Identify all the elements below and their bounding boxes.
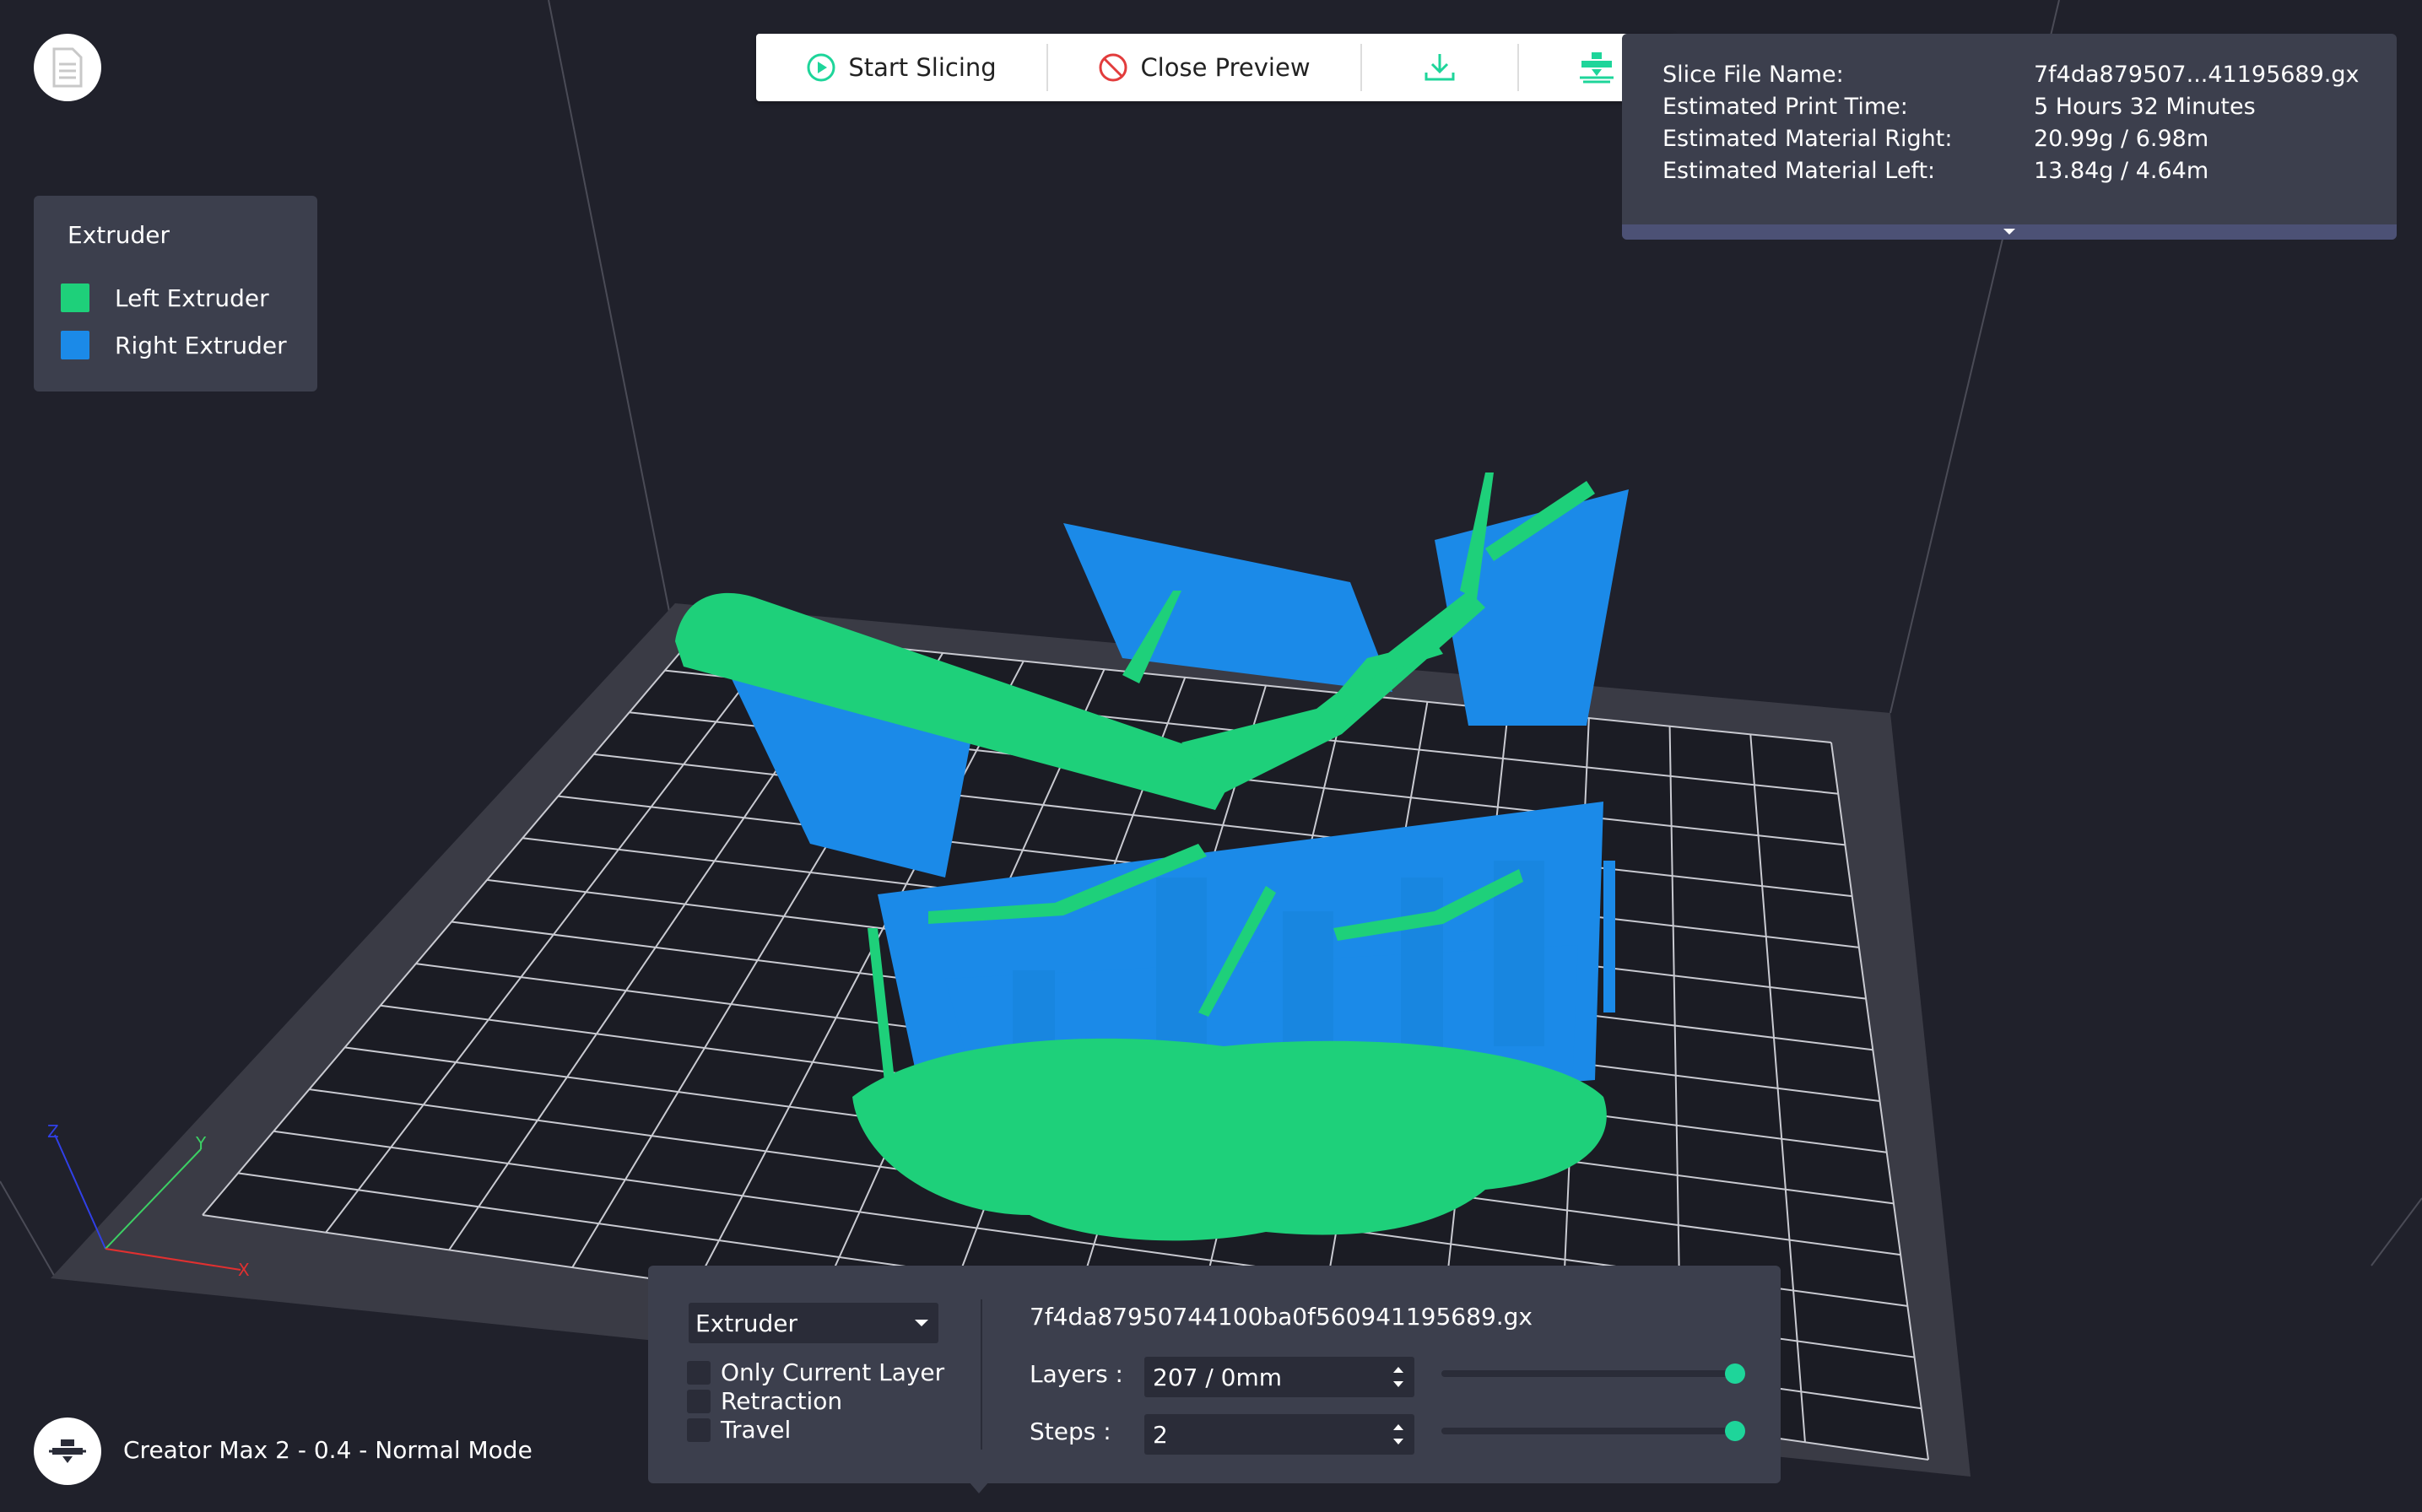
close-preview-button[interactable]: Close Preview — [1048, 34, 1360, 101]
machine-profile-label: Creator Max 2 - 0.4 - Normal Mode — [123, 1436, 533, 1464]
axis-x-label: X — [238, 1260, 250, 1280]
info-key: Slice File Name: — [1662, 62, 1844, 88]
close-preview-label: Close Preview — [1140, 53, 1311, 82]
retraction-option[interactable]: Retraction — [687, 1387, 842, 1415]
layers-slider-handle[interactable] — [1725, 1364, 1745, 1384]
steps-slider[interactable] — [1441, 1421, 1745, 1441]
legend-title: Extruder — [68, 221, 170, 249]
caret-down-icon — [915, 1320, 928, 1326]
layers-slider[interactable] — [1441, 1364, 1745, 1384]
legend-label: Right Extruder — [115, 331, 287, 359]
export-button[interactable] — [1362, 34, 1517, 101]
preview-toolbar: Start Slicing Close Preview — [756, 34, 1674, 101]
nozzle-icon — [49, 1439, 86, 1463]
printer-icon — [1580, 52, 1614, 84]
preview-control-panel: Extruder Only Current Layer Retraction T… — [648, 1266, 1781, 1483]
steps-value: 2 — [1153, 1420, 1168, 1449]
option-label: Only Current Layer — [721, 1358, 945, 1386]
chevron-down-icon — [2003, 229, 2015, 235]
legend-swatch — [61, 284, 89, 312]
download-icon — [1425, 54, 1455, 81]
retraction-checkbox[interactable] — [687, 1389, 711, 1413]
view-mode-select[interactable]: Extruder — [689, 1303, 938, 1343]
option-label: Retraction — [721, 1387, 843, 1415]
play-circle-icon — [807, 53, 835, 82]
panel-divider — [981, 1299, 982, 1450]
info-value: 7f4da879507...41195689.gx — [2034, 62, 2360, 88]
view-mode-value: Extruder — [695, 1309, 798, 1337]
travel-option[interactable]: Travel — [687, 1416, 791, 1444]
info-row-material-left: Estimated Material Left: 13.84g / 4.64m — [1662, 155, 2388, 187]
document-icon — [52, 47, 83, 88]
travel-checkbox[interactable] — [687, 1418, 711, 1442]
collapse-info-button[interactable] — [1622, 224, 2397, 240]
info-value: 20.99g / 6.98m — [2034, 126, 2209, 152]
info-row-material-right: Estimated Material Right: 20.99g / 6.98m — [1662, 123, 2388, 155]
legend-label: Left Extruder — [115, 284, 269, 312]
panel-pointer — [969, 1482, 989, 1493]
prohibited-icon — [1099, 53, 1127, 82]
only-current-layer-option[interactable]: Only Current Layer — [687, 1358, 944, 1386]
layers-spinbox[interactable]: 207 / 0mm — [1144, 1357, 1414, 1397]
axis-z-label: Z — [47, 1121, 59, 1142]
slice-info-panel: Slice File Name: 7f4da879507...41195689.… — [1622, 34, 2397, 240]
steps-label: Steps : — [1030, 1418, 1111, 1445]
spin-arrows-icon[interactable] — [1391, 1419, 1406, 1450]
info-key: Estimated Material Left: — [1662, 158, 1936, 184]
steps-slider-handle[interactable] — [1725, 1421, 1745, 1441]
legend-item-right-extruder: Right Extruder — [61, 331, 287, 359]
layers-value: 207 / 0mm — [1153, 1363, 1283, 1391]
machine-button[interactable] — [34, 1418, 101, 1485]
info-value: 13.84g / 4.64m — [2034, 158, 2209, 184]
axis-y-label: Y — [195, 1133, 207, 1153]
file-list-button[interactable] — [34, 34, 101, 101]
option-label: Travel — [721, 1416, 792, 1444]
gcode-filename: 7f4da87950744100ba0f560941195689.gx — [1030, 1303, 1533, 1331]
info-row-file-name: Slice File Name: 7f4da879507...41195689.… — [1662, 59, 2388, 91]
layers-label: Layers : — [1030, 1360, 1123, 1388]
spin-arrows-icon[interactable] — [1391, 1362, 1406, 1392]
extruder-legend: Extruder Left Extruder Right Extruder — [34, 196, 317, 392]
steps-spinbox[interactable]: 2 — [1144, 1414, 1414, 1455]
legend-item-left-extruder: Left Extruder — [61, 284, 269, 312]
start-slicing-label: Start Slicing — [848, 53, 997, 82]
info-value: 5 Hours 32 Minutes — [2034, 94, 2256, 120]
info-key: Estimated Material Right: — [1662, 126, 1953, 152]
start-slicing-button[interactable]: Start Slicing — [756, 34, 1046, 101]
info-key: Estimated Print Time: — [1662, 94, 1908, 120]
only-current-layer-checkbox[interactable] — [687, 1360, 711, 1385]
info-row-print-time: Estimated Print Time: 5 Hours 32 Minutes — [1662, 91, 2388, 123]
legend-swatch — [61, 331, 89, 359]
